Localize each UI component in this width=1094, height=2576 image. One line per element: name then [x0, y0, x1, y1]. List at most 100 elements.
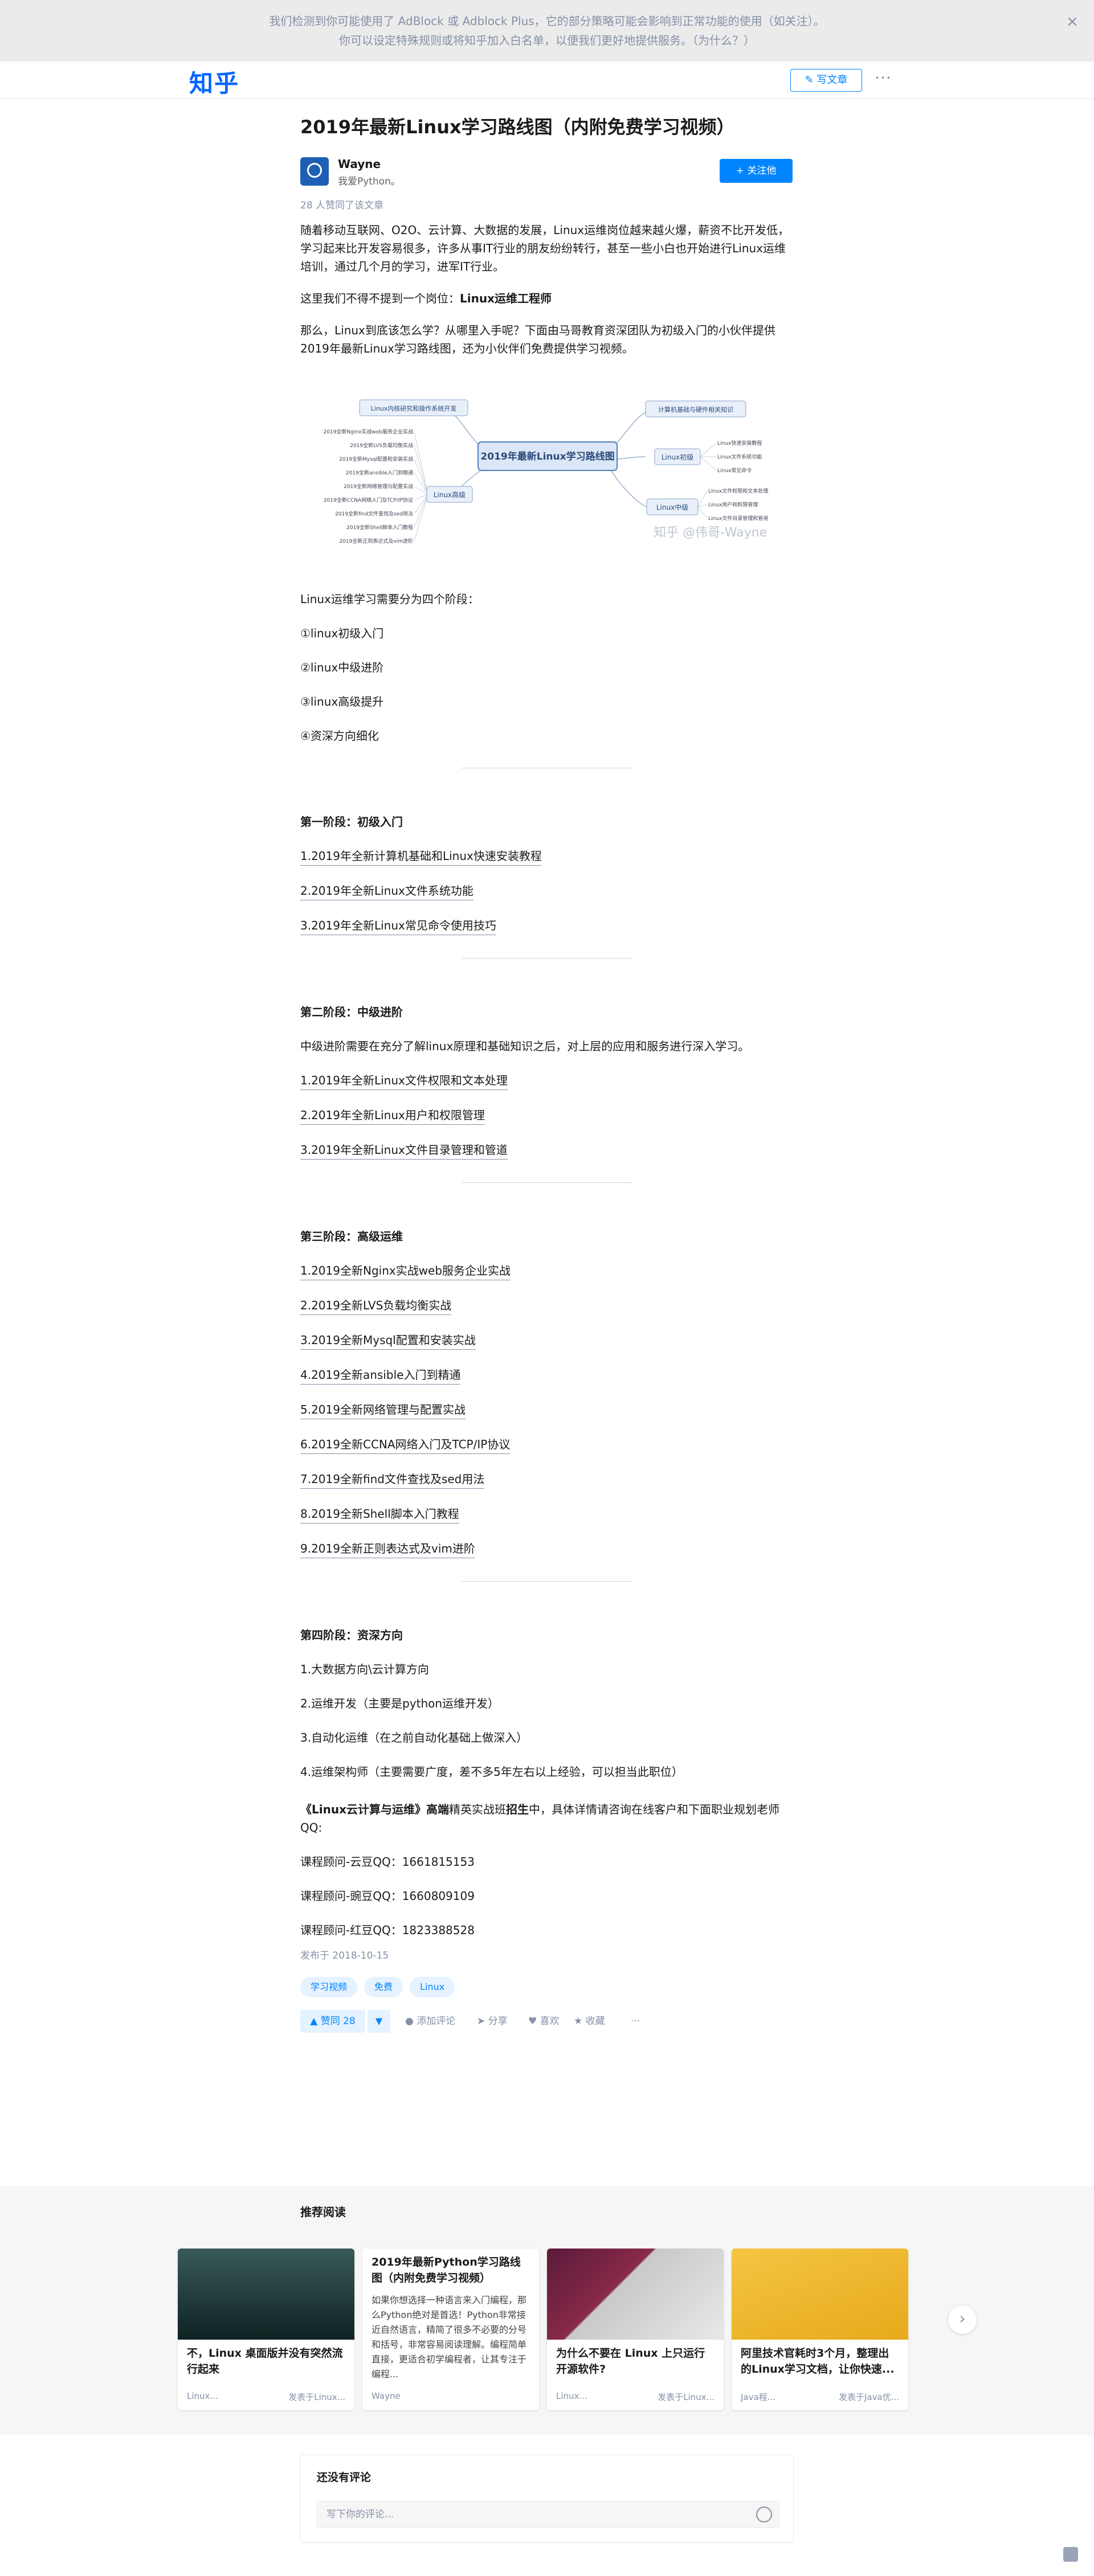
feedback-icon[interactable] — [1063, 2547, 1078, 2562]
card-title: 不，Linux 桌面版并没有突然流行起来 — [187, 2347, 343, 2376]
stage3-link-row: 9.2019全新正则表达式及vim进阶 — [300, 1539, 794, 1558]
share-button[interactable]: ➤ 分享 — [477, 2010, 508, 2033]
card-source: 发表于Linux... — [288, 2392, 345, 2402]
author-name[interactable]: Wayne — [338, 157, 381, 171]
card-author: Wayne — [372, 2391, 401, 2401]
comments-title: 还没有评论 — [317, 2471, 372, 2484]
like-label: 喜欢 — [540, 2016, 560, 2027]
stage4-item: 3.自动化运维（在之前自动化基础上做深入） — [300, 1731, 528, 1744]
article-actions: ▲ 赞同 28 ▼ ● 添加评论 ➤ 分享 ♥ 喜欢 ★ 收藏 ··· — [300, 2008, 794, 2036]
recommended-title: 推荐阅读 — [300, 2205, 346, 2219]
promo-paragraph: 《Linux云计算与运维》高端精英实战班招生中，具体详情请咨询在线客户和下面职业… — [300, 1800, 794, 1837]
add-comment-label: 添加评论 — [417, 2016, 456, 2027]
stage3-link-row: 8.2019全新Shell脚本入门教程 — [300, 1505, 794, 1524]
mindmap-leaf: Linux文件权限和文本处理 — [708, 488, 768, 494]
adblock-notice-line2: 你可以设定特殊规则或将知乎加入白名单，以便我们更好地提供服务。（为什么？） — [339, 34, 755, 47]
stage-item: ④资深方向细化 — [300, 729, 379, 743]
stage3-link-row: 6.2019全新CCNA网络入门及TCP/IP协议 — [300, 1435, 794, 1454]
recommend-card[interactable]: 不，Linux 桌面版并没有突然流行起来 Linux... 发表于Linux... — [178, 2249, 354, 2410]
downvote-button[interactable]: ▼ — [368, 2010, 390, 2033]
card-image — [732, 2249, 908, 2340]
card-title: 阿里技术官耗时3个月，整理出的Linux学习文档，让你快速... — [741, 2347, 895, 2376]
stage2-link[interactable]: 1.2019年全新Linux文件权限和文本处理 — [300, 1071, 508, 1090]
stage3-links: 1.2019全新Nginx实战web服务企业实战 2.2019全新LVS负载均衡实… — [300, 1262, 794, 1558]
recommend-card[interactable]: 2019年最新Python学习路线图（内附免费学习视频） 如果你想选择一种语言来… — [362, 2249, 539, 2410]
avatar[interactable] — [300, 157, 329, 186]
promo-text-1: 精英实战班 — [448, 1803, 506, 1816]
stage3-link[interactable]: 3.2019全新Mysql配置和安装实战 — [300, 1331, 476, 1350]
stage3-link-row: 5.2019全新网络管理与配置实战 — [300, 1400, 794, 1419]
stage-item: ③linux高级提升 — [300, 695, 384, 708]
edit-icon: ✎ — [805, 74, 814, 86]
stage2-links: 1.2019年全新Linux文件权限和文本处理 2.2019年全新Linux用户和… — [300, 1071, 794, 1160]
mindmap-leaf: 2019全新ansible入门到精通 — [346, 469, 413, 476]
mindmap-leaf: 2019全新find文件查找及sed用法 — [335, 510, 413, 517]
write-article-button[interactable]: ✎ 写文章 — [790, 69, 862, 92]
stage2-link-row: 2.2019年全新Linux用户和权限管理 — [300, 1106, 794, 1125]
share-label: 分享 — [488, 2016, 508, 2027]
divider — [462, 1581, 632, 1582]
qq-contact-row: 课程顾问-云豆QQ：1661815153 — [300, 1853, 794, 1871]
close-icon[interactable]: × — [1064, 14, 1080, 30]
mindmap-leaf: 2019全新Shell脚本入门教程 — [346, 524, 413, 531]
stage3-link[interactable]: 7.2019全新find文件查找及sed用法 — [300, 1470, 485, 1489]
stage-item-row: ①linux初级入门 — [300, 624, 794, 642]
recommend-card[interactable]: 阿里技术官耗时3个月，整理出的Linux学习文档，让你快速... Java程..… — [732, 2249, 908, 2410]
stage3-link[interactable]: 9.2019全新正则表达式及vim进阶 — [300, 1539, 475, 1558]
stage-item: ①linux初级入门 — [300, 626, 384, 640]
stage3-title: 第三阶段：高级运维 — [300, 1230, 403, 1243]
mindmap-leaf: 2019全新正则表达式及vim进阶 — [340, 538, 414, 544]
mindmap-left-mid: Linux高级 — [434, 490, 466, 499]
stage4-item: 4.运维架构师（主要需要广度，差不多5年左右以上经验，可以担当此职位） — [300, 1765, 683, 1779]
topic-tag[interactable]: 学习视频 — [300, 1977, 358, 1997]
card-description: 如果你想选择一种语言来入门编程，那么Python绝对是首选！Python非常接近… — [372, 2295, 527, 2380]
stage3-link[interactable]: 5.2019全新网络管理与配置实战 — [300, 1400, 466, 1419]
stage3-link[interactable]: 2.2019全新LVS负载均衡实战 — [300, 1296, 452, 1315]
zhihu-logo[interactable]: 知乎 — [189, 64, 239, 99]
stage1-link[interactable]: 3.2019年全新Linux常见命令使用技巧 — [300, 916, 496, 935]
promo-bold-2: 招生 — [505, 1803, 529, 1816]
topic-tag[interactable]: Linux — [410, 1977, 455, 1997]
stage1-link[interactable]: 1.2019年全新计算机基础和Linux快速安装教程 — [300, 847, 542, 866]
mindmap-center: 2019年最新Linux学习路线图 — [480, 451, 614, 462]
stage3-link-row: 1.2019全新Nginx实战web服务企业实战 — [300, 1262, 794, 1280]
stage3-link-row: 2.2019全新LVS负载均衡实战 — [300, 1296, 794, 1315]
recommend-card[interactable]: 为什么不要在 Linux 上只运行开源软件? Linux... 发表于Linux.… — [547, 2249, 724, 2410]
topic-tag[interactable]: 免费 — [364, 1977, 403, 1997]
stage3-link[interactable]: 6.2019全新CCNA网络入门及TCP/IP协议 — [300, 1435, 511, 1454]
stage1-link[interactable]: 2.2019年全新Linux文件系统功能 — [300, 882, 473, 900]
qq-contact: 课程顾问-云豆QQ：1661815153 — [300, 1855, 475, 1869]
roadmap-mindmap: 2019年最新Linux学习路线图 Linux内核研究和操作系统开发 Linux… — [324, 399, 768, 544]
upvote-button[interactable]: ▲ 赞同 28 — [300, 2010, 365, 2033]
next-arrow-icon[interactable]: › — [948, 2305, 977, 2334]
stage1-links: 1.2019年全新计算机基础和Linux快速安装教程 2.2019年全新Linux… — [300, 847, 794, 935]
stage3-link[interactable]: 4.2019全新ansible入门到精通 — [300, 1366, 461, 1385]
card-image — [547, 2249, 724, 2340]
publish-date: 发布于 2018-10-15 — [300, 1950, 389, 1961]
more-options-icon[interactable]: ··· — [872, 69, 895, 92]
stage3-link-row: 7.2019全新find文件查找及sed用法 — [300, 1470, 794, 1489]
adblock-notice: 我们检测到你可能使用了 AdBlock 或 Adblock Plus，它的部分策… — [0, 0, 1094, 62]
likes-meta: 28 人赞同了该文章 — [300, 200, 384, 211]
add-comment-button[interactable]: ● 添加评论 — [405, 2010, 455, 2033]
emoji-icon[interactable] — [756, 2507, 772, 2522]
follow-button[interactable]: + 关注他 — [720, 159, 793, 183]
stage2-link[interactable]: 2.2019年全新Linux用户和权限管理 — [300, 1106, 485, 1125]
like-button[interactable]: ♥ 喜欢 — [528, 2010, 560, 2033]
comment-input[interactable]: 写下你的评论... — [317, 2501, 779, 2528]
star-icon: ★ — [574, 2016, 583, 2027]
favorite-button[interactable]: ★ 收藏 — [574, 2010, 605, 2033]
role-paragraph: 这里我们不得不提到一个岗位：Linux运维工程师 — [300, 289, 794, 308]
stage3-link[interactable]: 8.2019全新Shell脚本入门教程 — [300, 1505, 459, 1524]
stage4-item: 2.运维开发（主要是python运维开发） — [300, 1697, 500, 1710]
mindmap-leaf: Linux用户和权限管理 — [708, 501, 758, 508]
card-footer: Linux... 发表于Linux... — [187, 2391, 345, 2403]
stage2-link[interactable]: 3.2019年全新Linux文件目录管理和管道 — [300, 1141, 508, 1160]
card-author: Linux... — [187, 2391, 218, 2401]
card-source: 发表于Java优... — [839, 2392, 899, 2402]
stage4-list: 1.大数据方向\云计算方向 2.运维开发（主要是python运维开发） 3.自动化运… — [300, 1660, 794, 1781]
mindmap-right-bot: Linux中级 — [656, 503, 688, 511]
more-actions-icon[interactable]: ··· — [631, 2010, 640, 2033]
stage3-link[interactable]: 1.2019全新Nginx实战web服务企业实战 — [300, 1262, 511, 1280]
stage-item-row: ④资深方向细化 — [300, 727, 794, 745]
